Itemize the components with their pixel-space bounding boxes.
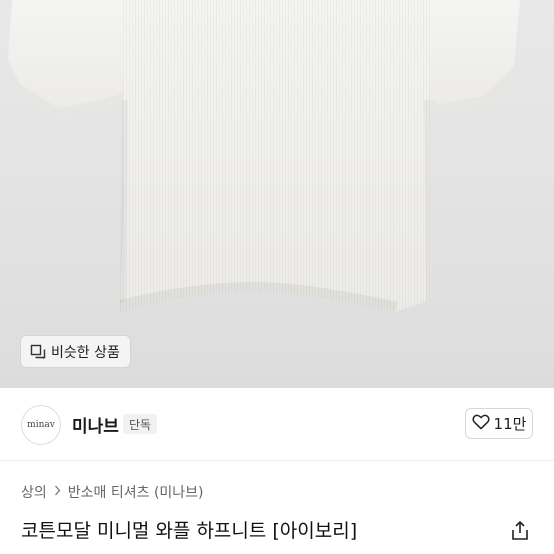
- avatar-text: minav: [27, 420, 55, 430]
- heart-icon: [472, 414, 490, 434]
- seller-row: minav 미나브 단독 11만: [0, 388, 554, 460]
- chevron-right-icon: [54, 484, 61, 500]
- seller-avatar[interactable]: minav: [21, 405, 61, 445]
- breadcrumb-subcategory[interactable]: 반소매 티셔츠 (미나브): [68, 482, 204, 502]
- divider: [0, 460, 554, 461]
- exclusive-badge: 단독: [123, 414, 158, 434]
- like-button[interactable]: 11만: [465, 408, 533, 439]
- breadcrumb: 상의 반소매 티셔츠 (미나브): [21, 482, 204, 502]
- breadcrumb-category[interactable]: 상의: [21, 482, 47, 502]
- copy-icon: [30, 344, 46, 360]
- product-image[interactable]: 비슷한 상품: [0, 0, 554, 388]
- store-name[interactable]: 미나브: [72, 412, 119, 437]
- knit-top-image: [8, 0, 520, 312]
- product-title: 코튼모달 미니멀 와플 하프니트 [아이보리]: [21, 520, 358, 542]
- share-icon: [508, 521, 532, 547]
- share-button[interactable]: [508, 519, 532, 543]
- similar-products-button[interactable]: 비슷한 상품: [21, 336, 130, 367]
- similar-products-label: 비슷한 상품: [51, 344, 120, 361]
- like-count: 11만: [493, 415, 527, 433]
